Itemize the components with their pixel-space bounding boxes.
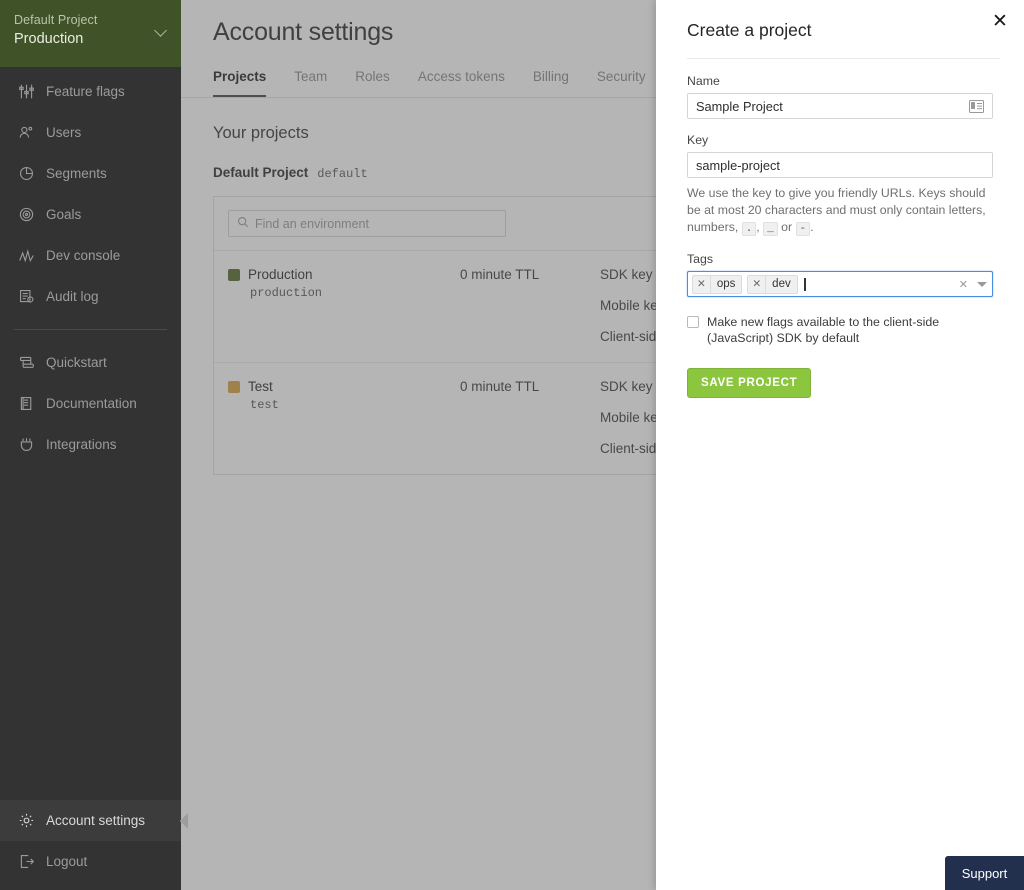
sidebar: Default Project Production Feature flags — [0, 0, 188, 890]
tag-label: ops — [716, 278, 736, 290]
client-side-checkbox[interactable] — [687, 316, 699, 328]
project-switcher-environment-name: Production — [14, 31, 84, 47]
sidebar-item-users[interactable]: Users — [0, 112, 181, 153]
sidebar-nav: Feature flags Users Segments Goals Dev c… — [0, 67, 181, 800]
close-icon[interactable]: ✕ — [987, 8, 1013, 34]
sidebar-item-label: Integrations — [46, 437, 117, 452]
key-helper-comma: , — [756, 220, 760, 234]
clear-icon[interactable]: ✕ — [959, 278, 968, 291]
project-switcher[interactable]: Default Project Production — [0, 0, 181, 67]
audit-list-icon — [17, 287, 36, 306]
project-switcher-project-name: Default Project — [14, 13, 98, 27]
sidebar-item-logout[interactable]: Logout — [0, 841, 181, 882]
quickstart-icon — [17, 353, 36, 372]
chevron-down-icon — [156, 26, 167, 37]
key-helper-sentence: We use the key to give you friendly URLs… — [687, 186, 986, 234]
sliders-icon — [17, 82, 36, 101]
logout-icon — [17, 852, 36, 871]
sidebar-item-audit-log[interactable]: Audit log — [0, 276, 181, 317]
sidebar-item-dev-console[interactable]: Dev console — [0, 235, 181, 276]
sidebar-item-quickstart[interactable]: Quickstart — [0, 342, 181, 383]
key-field-value: sample-project — [696, 157, 780, 173]
client-side-checkbox-label: Make new flags available to the client-s… — [707, 315, 940, 345]
sidebar-item-label: Goals — [46, 207, 82, 222]
panel-body: Name Sample Project Key sample-project W… — [656, 59, 1024, 398]
support-button[interactable]: Support — [945, 856, 1024, 890]
sidebar-item-documentation[interactable]: Documentation — [0, 383, 181, 424]
chart-wave-icon — [17, 246, 36, 265]
sidebar-item-label: Segments — [46, 166, 107, 181]
form-autofill-icon[interactable] — [969, 99, 984, 113]
tags-field-label: Tags — [687, 252, 713, 266]
panel-header: Create a project ✕ — [656, 0, 1024, 41]
tags-controls: ✕ — [959, 272, 987, 296]
sidebar-item-label: Users — [46, 125, 82, 140]
sidebar-item-label: Documentation — [46, 396, 137, 411]
save-project-button[interactable]: SAVE PROJECT — [687, 368, 812, 398]
tags-multiselect[interactable]: ✕ ops ✕ dev ✕ — [687, 271, 993, 297]
caret-down-icon[interactable] — [977, 281, 987, 287]
sidebar-item-goals[interactable]: Goals — [0, 194, 181, 235]
key-field[interactable]: sample-project — [687, 152, 993, 178]
sidebar-item-label: Audit log — [46, 289, 99, 304]
sidebar-item-label: Account settings — [46, 813, 146, 828]
key-helper-period: . — [810, 220, 814, 234]
users-icon — [17, 123, 36, 142]
tag-pill[interactable]: ✕ dev — [747, 274, 798, 294]
key-helper-or: or — [781, 220, 793, 234]
sidebar-item-integrations[interactable]: Integrations — [0, 424, 181, 465]
panel-title: Create a project — [687, 20, 812, 40]
integrations-icon — [17, 435, 36, 454]
book-icon — [17, 394, 36, 413]
text-cursor — [803, 277, 806, 291]
sidebar-item-label: Feature flags — [46, 84, 125, 99]
tag-pill[interactable]: ✕ ops — [692, 274, 743, 294]
name-field[interactable]: Sample Project — [687, 93, 993, 119]
name-field-label: Name — [687, 74, 720, 88]
sidebar-item-segments[interactable]: Segments — [0, 153, 181, 194]
sidebar-item-label: Quickstart — [46, 355, 107, 370]
client-side-checkbox-row[interactable]: Make new flags available to the client-s… — [687, 314, 993, 346]
sidebar-item-label: Dev console — [46, 248, 121, 263]
gear-icon — [17, 811, 36, 830]
pie-chart-icon — [17, 164, 36, 183]
sidebar-item-label: Logout — [46, 854, 88, 869]
sidebar-divider — [14, 329, 167, 330]
key-helper-code-dash: - — [795, 222, 811, 236]
name-field-value: Sample Project — [696, 98, 783, 114]
tag-label: dev — [772, 278, 791, 290]
key-helper-text: We use the key to give you friendly URLs… — [687, 185, 993, 238]
key-helper-code-underscore: _ — [763, 222, 778, 236]
tag-remove-icon[interactable]: ✕ — [693, 275, 711, 293]
sidebar-item-account-settings[interactable]: Account settings — [0, 800, 188, 841]
create-project-panel: Create a project ✕ Name Sample Project K… — [656, 0, 1024, 890]
tag-remove-icon[interactable]: ✕ — [748, 275, 767, 293]
sidebar-item-feature-flags[interactable]: Feature flags — [0, 71, 181, 112]
key-helper-code-dot: . — [741, 222, 757, 236]
key-field-label: Key — [687, 133, 709, 147]
target-icon — [17, 205, 36, 224]
sidebar-bottom-nav: Account settings Logout — [0, 800, 188, 890]
